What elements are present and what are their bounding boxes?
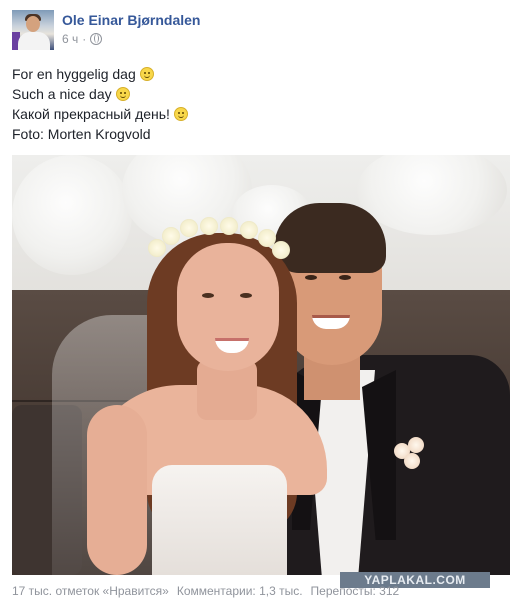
post-line: For en hyggelig dag [12,64,492,84]
smiley-icon [115,87,130,101]
comments-count[interactable]: Комментарии: 1,3 тыс. [177,584,303,598]
post-meta: 6 ч · [62,32,103,46]
smiley-icon [173,107,188,121]
post-text: For en hyggelig dag Such a nice day Како… [12,64,492,144]
shares-count[interactable]: Перепосты: 312 [311,584,400,598]
post-line: Such a nice day [12,84,492,104]
photo-credit: Foto: Morten Krogvold [12,126,151,142]
post-line: Какой прекрасный день! [12,104,492,124]
author-name[interactable]: Ole Einar Bjørndalen [62,12,200,28]
meta-separator: · [82,32,87,46]
post-stats: 17 тыс. отметок «Нравится» Комментарии: … [12,584,399,598]
post-time[interactable]: 6 ч [62,32,78,46]
post-header: Ole Einar Bjørndalen 6 ч · [12,10,502,52]
post-photo[interactable] [12,155,510,575]
author-avatar[interactable] [12,10,54,50]
likes-count[interactable]: 17 тыс. отметок «Нравится» [12,584,169,598]
smiley-icon [139,67,154,81]
globe-icon[interactable] [90,33,103,45]
